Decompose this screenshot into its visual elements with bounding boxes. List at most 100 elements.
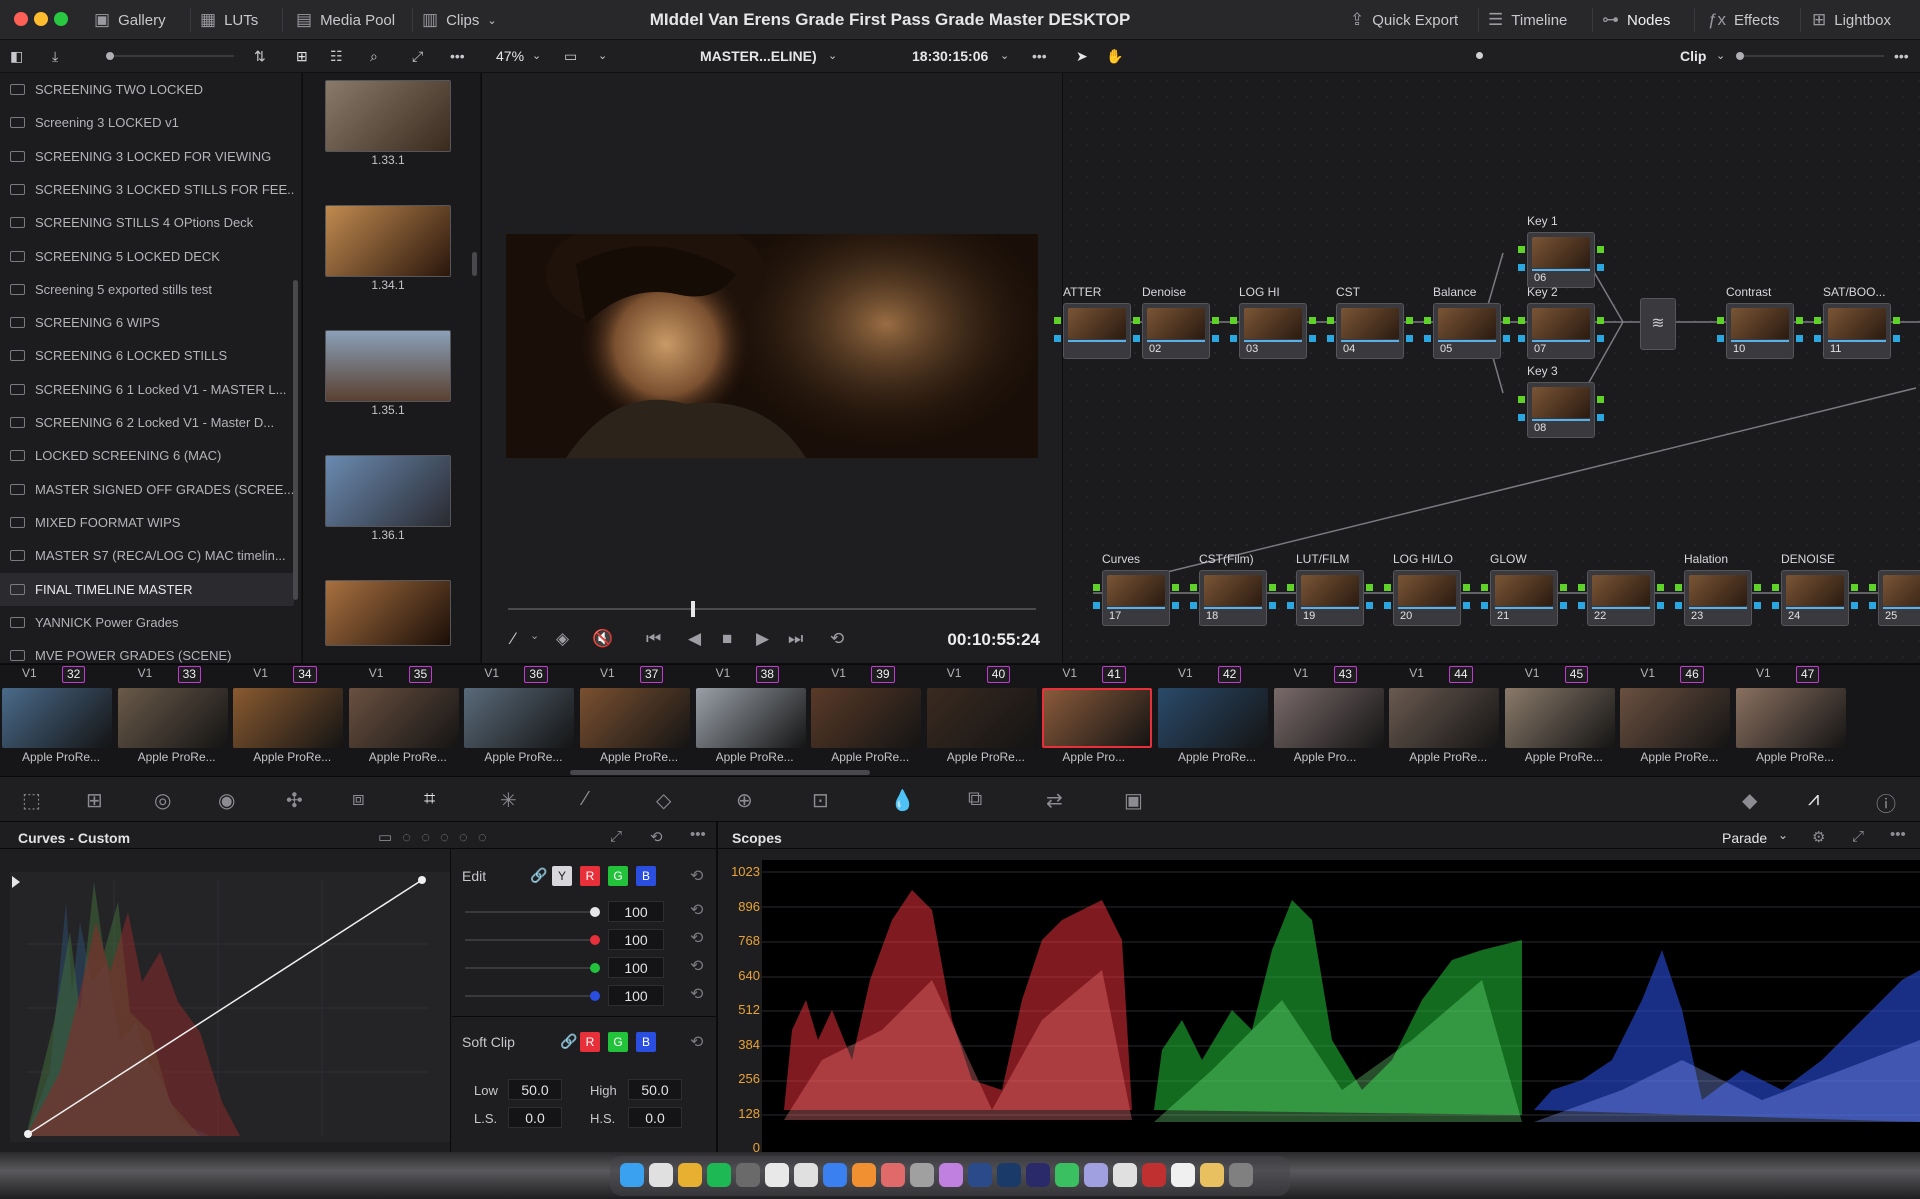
serial-node[interactable]: 17 <box>1102 570 1170 626</box>
node-input-pin[interactable] <box>1518 264 1525 271</box>
lightroom-icon[interactable] <box>968 1163 992 1187</box>
sidebar-toggle-icon[interactable]: ◧ <box>10 40 23 73</box>
node-zoom-slider[interactable] <box>1744 55 1884 57</box>
album-item[interactable]: SCREENING 3 LOCKED FOR VIEWING <box>0 140 294 173</box>
reset-icon[interactable]: ⟲ <box>690 956 703 976</box>
nodes-button[interactable]: ⊶ Nodes <box>1602 0 1670 40</box>
calendar-icon[interactable] <box>794 1163 818 1187</box>
node-output-pin[interactable] <box>1560 602 1567 609</box>
node-mode-selector[interactable]: Clip <box>1680 40 1706 73</box>
node-input-pin[interactable] <box>1717 317 1724 324</box>
channel-r-button[interactable]: R <box>580 866 600 886</box>
node-output-pin[interactable] <box>1309 317 1316 324</box>
node-output-pin[interactable] <box>1893 335 1900 342</box>
g-intensity-value[interactable]: 100 <box>608 957 664 978</box>
zoom-level[interactable]: 47% <box>496 40 524 73</box>
node-input-pin[interactable] <box>1675 602 1682 609</box>
more-options-icon[interactable]: ••• <box>1894 40 1909 73</box>
gallery-zoom-slider[interactable] <box>114 55 234 57</box>
clip-thumbnail[interactable] <box>580 688 690 748</box>
hs-value[interactable]: 0.0 <box>628 1107 682 1128</box>
serial-node[interactable]: 04 <box>1336 303 1404 359</box>
node-input-pin[interactable] <box>1869 584 1876 591</box>
link-icon[interactable]: 🔗 <box>530 867 547 884</box>
clip-thumbnail[interactable] <box>1273 688 1384 748</box>
clip-item[interactable]: V1 41 Apple Pro... <box>1040 666 1156 776</box>
acrobat-icon[interactable] <box>1142 1163 1166 1187</box>
whatsapp-icon[interactable] <box>1055 1163 1079 1187</box>
mail-icon[interactable] <box>765 1163 789 1187</box>
chevron-down-icon[interactable]: ⌄ <box>532 40 541 73</box>
serial-node[interactable]: 21 <box>1490 570 1558 626</box>
preview-icon[interactable] <box>1113 1163 1137 1187</box>
album-item[interactable]: MIXED FOORMAT WIPS <box>0 506 294 539</box>
r-intensity-handle[interactable] <box>590 935 600 945</box>
node-output-pin[interactable] <box>1657 584 1664 591</box>
node-output-pin[interactable] <box>1172 602 1179 609</box>
node-output-pin[interactable] <box>1754 584 1761 591</box>
node-output-pin[interactable] <box>1597 414 1604 421</box>
channel-g-button[interactable]: G <box>608 866 628 886</box>
reset-icon[interactable]: ⟲ <box>690 984 703 1004</box>
finder-icon[interactable] <box>620 1163 644 1187</box>
node-input-pin[interactable] <box>1578 602 1585 609</box>
viewer-scrubber[interactable] <box>508 608 1036 610</box>
clip-thumbnail[interactable] <box>1158 688 1268 748</box>
camera-raw-icon[interactable]: ⬚ <box>22 788 41 813</box>
stills-scrollbar[interactable] <box>472 252 477 276</box>
parallel-node[interactable]: 06 <box>1527 232 1595 288</box>
soft-clip-b-button[interactable]: B <box>636 1032 656 1052</box>
node-output-pin[interactable] <box>1172 584 1179 591</box>
r-intensity-slider[interactable] <box>465 939 595 941</box>
step-back-icon[interactable]: ◀ <box>688 629 701 649</box>
settings-icon[interactable] <box>910 1163 934 1187</box>
clip-thumbnail[interactable] <box>1504 688 1615 748</box>
sort-icon[interactable]: ⇅ <box>254 40 266 73</box>
node-output-pin[interactable] <box>1269 602 1276 609</box>
node-input-pin[interactable] <box>1814 317 1821 324</box>
node-input-pin[interactable] <box>1327 335 1334 342</box>
more-options-icon[interactable]: ••• <box>450 40 465 73</box>
serial-node[interactable]: 19 <box>1296 570 1364 626</box>
node-zoom-slider-handle[interactable] <box>1736 52 1744 60</box>
album-item[interactable]: MASTER SIGNED OFF GRADES (SCREE... <box>0 473 294 506</box>
album-item[interactable]: FINAL TIMELINE MASTER <box>0 572 294 606</box>
qualifier-icon[interactable]: ⁄ <box>584 788 587 811</box>
still-thumbnail[interactable] <box>325 580 451 646</box>
picker-tool-icon[interactable]: ⁄ <box>512 629 515 649</box>
loop-icon[interactable]: ⟲ <box>830 629 844 649</box>
clip-item[interactable]: V1 42 Apple ProRe... <box>1156 666 1272 776</box>
parallel-node[interactable]: 07 <box>1527 303 1595 359</box>
serial-node[interactable]: 18 <box>1199 570 1267 626</box>
info-icon[interactable]: ⓘ <box>1876 788 1896 817</box>
album-list-scrollbar[interactable] <box>293 280 298 600</box>
node-input-pin[interactable] <box>1424 335 1431 342</box>
node-output-pin[interactable] <box>1560 584 1567 591</box>
node-output-pin[interactable] <box>1754 602 1761 609</box>
scope-type-selector[interactable]: Parade <box>1722 830 1767 846</box>
viewer-mode-icon[interactable]: ▭ <box>564 40 577 73</box>
node-output-pin[interactable] <box>1796 317 1803 324</box>
node-input-pin[interactable] <box>1518 414 1525 421</box>
search-icon[interactable]: ⌕ <box>370 40 378 73</box>
hand-tool-icon[interactable]: ✋ <box>1106 40 1123 73</box>
reset-icon[interactable]: ⟲ <box>690 900 703 920</box>
node-output-pin[interactable] <box>1503 317 1510 324</box>
node-output-pin[interactable] <box>1269 584 1276 591</box>
node-output-pin[interactable] <box>1796 335 1803 342</box>
node-output-pin[interactable] <box>1597 335 1604 342</box>
reset-icon[interactable]: ⟲ <box>690 1032 703 1052</box>
node-output-pin[interactable] <box>1212 317 1219 324</box>
soft-clip-r-button[interactable]: R <box>580 1032 600 1052</box>
magic-mask-icon[interactable]: ⊡ <box>812 788 829 813</box>
album-item[interactable]: SCREENING 6 WIPS <box>0 306 294 339</box>
album-item[interactable]: Screening 3 LOCKED v1 <box>0 106 294 139</box>
sizing-icon[interactable]: ⇄ <box>1046 788 1063 813</box>
more-options-icon[interactable]: ••• <box>1032 40 1047 73</box>
still-thumbnail[interactable] <box>325 455 451 527</box>
high-value[interactable]: 50.0 <box>628 1079 682 1100</box>
album-item[interactable]: SCREENING TWO LOCKED <box>0 73 294 106</box>
mute-icon[interactable]: 🔇 <box>592 629 613 649</box>
node-input-pin[interactable] <box>1869 602 1876 609</box>
b-intensity-slider[interactable] <box>465 995 595 997</box>
